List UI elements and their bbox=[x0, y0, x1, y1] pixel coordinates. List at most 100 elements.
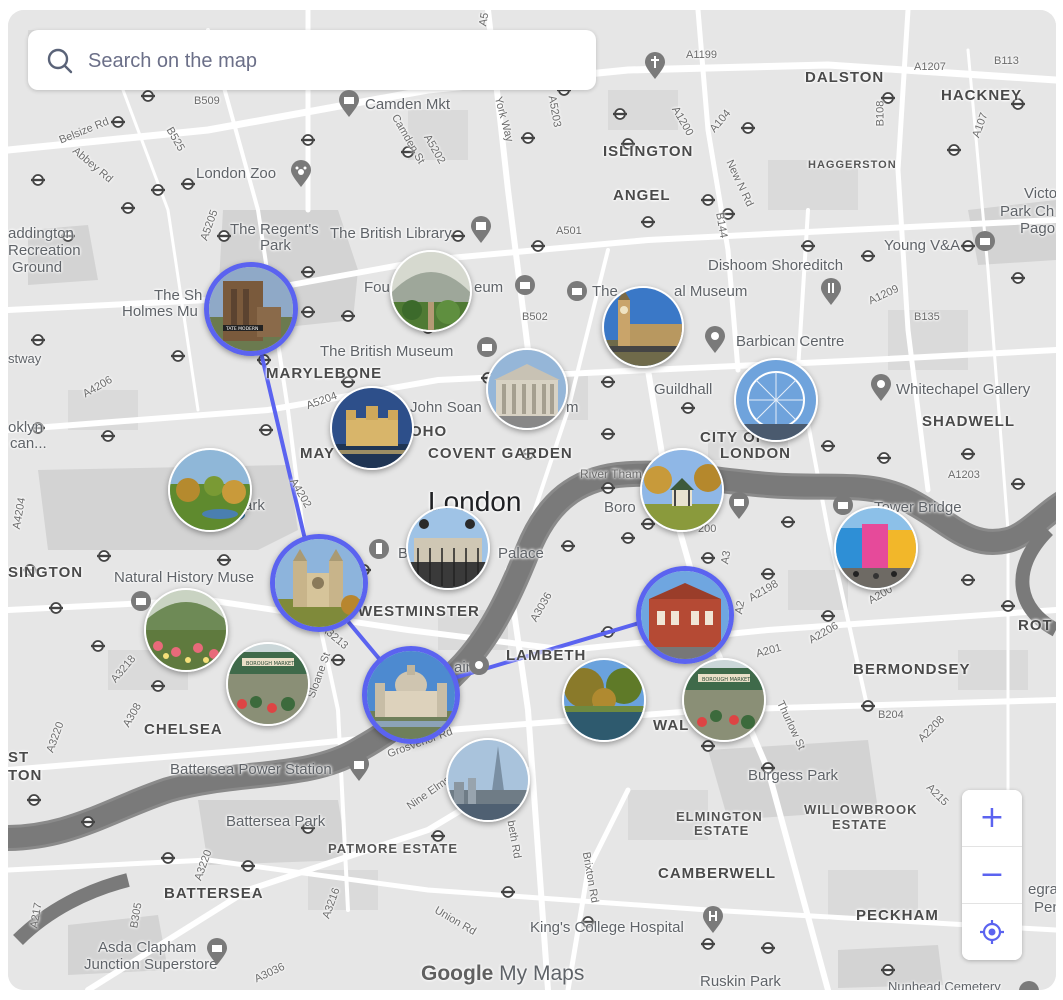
place-label-kings-college: King's College Hospital bbox=[530, 919, 684, 936]
photo-marker-the-shard[interactable] bbox=[446, 738, 530, 822]
photo-marker-tower-of-london[interactable] bbox=[330, 386, 414, 470]
road-label-a1199: A1199 bbox=[686, 49, 717, 61]
district-label-battersea: BATTERSEA bbox=[164, 885, 264, 902]
shopping-icon-2[interactable] bbox=[728, 492, 750, 520]
shopping-icon[interactable] bbox=[338, 90, 360, 118]
photo-marker-hyde-park[interactable] bbox=[168, 448, 252, 532]
district-label-chelsea: CHELSEA bbox=[144, 721, 223, 738]
crosshair-icon bbox=[980, 920, 1004, 944]
place-label-british-museum: The British Museum bbox=[320, 343, 454, 360]
photo-marker-bandstand-park[interactable] bbox=[640, 448, 724, 532]
place-label-battersea-power: Battersea Power Station bbox=[170, 761, 332, 778]
photo-marker-st-james-park[interactable] bbox=[562, 658, 646, 742]
photo-marker-westminster-abbey[interactable] bbox=[270, 534, 368, 632]
place-label-al-museum: al Museum bbox=[674, 283, 748, 300]
place-label-asda-2: Junction Superstore bbox=[84, 956, 218, 973]
photo-marker-london-eye[interactable] bbox=[734, 358, 818, 442]
photo-marker-borough-market[interactable]: BOROUGH MARKET bbox=[226, 642, 310, 726]
svg-text:BOROUGH MARKET: BOROUGH MARKET bbox=[702, 677, 751, 683]
place-label-young-va: Young V&A bbox=[884, 237, 961, 254]
place-label-london-zoo: London Zoo bbox=[196, 165, 277, 182]
museum-icon-3[interactable] bbox=[974, 230, 996, 252]
district-label-westminster: WESTMINSTER bbox=[358, 603, 480, 620]
museum-icon-4[interactable] bbox=[476, 336, 498, 358]
place-label-nunhead: Nunhead Cemetery bbox=[888, 979, 1001, 990]
place-label-borough: Boro bbox=[604, 499, 636, 516]
place-label-brooklyn-2: can... bbox=[10, 435, 47, 452]
district-label-islington: ISLINGTON bbox=[603, 143, 694, 160]
road-label-a5: A5 bbox=[477, 11, 492, 28]
museum-icon[interactable] bbox=[514, 274, 536, 296]
place-label-eum: eum bbox=[474, 279, 504, 296]
place-label-battersea-park: Battersea Park bbox=[226, 813, 326, 830]
place-label-river-thames: River Tham bbox=[580, 467, 642, 481]
place-icon[interactable] bbox=[1018, 980, 1040, 990]
road-label-a1203: A1203 bbox=[948, 469, 980, 481]
photo-marker-british-museum[interactable] bbox=[486, 348, 568, 430]
photo-marker-st-pauls[interactable] bbox=[362, 646, 460, 744]
place-label-regents-park-2: Park bbox=[260, 237, 291, 254]
landmark-icon[interactable] bbox=[832, 494, 854, 516]
church-icon[interactable] bbox=[644, 52, 666, 80]
map[interactable]: DALSTON HACKNEY ISLINGTON ANGEL HAGGERST… bbox=[8, 10, 1056, 990]
district-label-walworth: WAL bbox=[653, 717, 690, 734]
photo-marker-buckingham-palace[interactable] bbox=[406, 506, 490, 590]
library-icon[interactable] bbox=[470, 216, 492, 244]
place-label-dishoom: Dishoom Shoreditch bbox=[708, 257, 844, 274]
district-label-soho: OHO bbox=[410, 423, 448, 440]
road-label-b204: B204 bbox=[878, 709, 904, 721]
district-label-mayfair: MAY bbox=[300, 445, 335, 462]
art-gallery-icon[interactable] bbox=[870, 374, 892, 402]
my-location-button[interactable] bbox=[962, 903, 1022, 960]
museum-icon-2[interactable] bbox=[566, 280, 588, 302]
shopping-bag-icon[interactable] bbox=[348, 754, 370, 782]
district-label-peckham: PECKHAM bbox=[856, 907, 939, 924]
search-bar[interactable] bbox=[28, 30, 596, 90]
place-label-whitechapel: Whitechapel Gallery bbox=[896, 381, 1031, 398]
place-label-paddington-2: Recreation bbox=[8, 242, 81, 259]
place-label-palace: Palace bbox=[498, 545, 544, 562]
place-label-camden-mkt: Camden Mkt bbox=[365, 96, 451, 113]
place-label-four: Fou bbox=[364, 279, 390, 296]
photo-marker-kew-gardens-glasshouse[interactable] bbox=[390, 250, 472, 332]
photo-marker-tate-modern[interactable]: TATE MODERN bbox=[204, 262, 298, 356]
theatre-icon[interactable] bbox=[704, 326, 726, 354]
photo-marker-borough-market-2[interactable]: BOROUGH MARKET bbox=[682, 658, 766, 742]
hospital-icon[interactable] bbox=[702, 906, 724, 934]
road-label-b108: B108 bbox=[874, 100, 887, 127]
district-label-hackney: HACKNEY bbox=[941, 87, 1023, 104]
place-label-victoria-2: Park Ch bbox=[1000, 203, 1055, 220]
palace-icon[interactable] bbox=[368, 538, 390, 560]
zoom-out-button[interactable]: − bbox=[962, 846, 1022, 902]
place-label-guildhall: Guildhall bbox=[654, 381, 713, 398]
photo-marker-big-ben[interactable] bbox=[602, 286, 684, 368]
search-icon[interactable] bbox=[46, 47, 74, 75]
photo-marker-columbia-road-market[interactable] bbox=[144, 588, 228, 672]
district-label-rot: ROT bbox=[1018, 617, 1053, 634]
district-label-marylebone: MARYLEBONE bbox=[266, 365, 383, 382]
district-label-willowbrook-1: WILLOWBROOK bbox=[804, 802, 918, 817]
photo-marker-va-museum[interactable] bbox=[636, 566, 734, 664]
district-label-willowbrook-2: ESTATE bbox=[832, 817, 888, 832]
place-label-m: m bbox=[566, 399, 579, 416]
road-label-b135: B135 bbox=[914, 311, 940, 323]
place-label-british-library: The British Library bbox=[330, 225, 452, 242]
district-label-kensington: SINGTON bbox=[8, 564, 84, 581]
place-label-asda-1: Asda Clapham bbox=[98, 939, 197, 956]
museum-icon-5[interactable] bbox=[130, 590, 152, 612]
district-label-ton: TON bbox=[8, 767, 43, 784]
svg-text:BOROUGH MARKET: BOROUGH MARKET bbox=[246, 661, 295, 667]
shopping-icon-3[interactable] bbox=[206, 938, 228, 966]
photo-marker-camden-market[interactable] bbox=[834, 506, 918, 590]
paw-icon[interactable] bbox=[290, 160, 312, 188]
road-label-a501: A501 bbox=[556, 225, 582, 237]
search-input[interactable] bbox=[86, 42, 580, 80]
road-label-b509: B509 bbox=[194, 95, 220, 107]
road-label-a1207: A1207 bbox=[914, 61, 946, 73]
district-label-dalston: DALSTON bbox=[805, 69, 885, 86]
restaurant-icon[interactable] bbox=[820, 278, 842, 306]
art-icon[interactable] bbox=[468, 654, 490, 676]
zoom-controls: + − bbox=[962, 790, 1022, 960]
zoom-in-button[interactable]: + bbox=[962, 790, 1022, 846]
district-label-elmington-1: ELMINGTON bbox=[676, 809, 763, 824]
